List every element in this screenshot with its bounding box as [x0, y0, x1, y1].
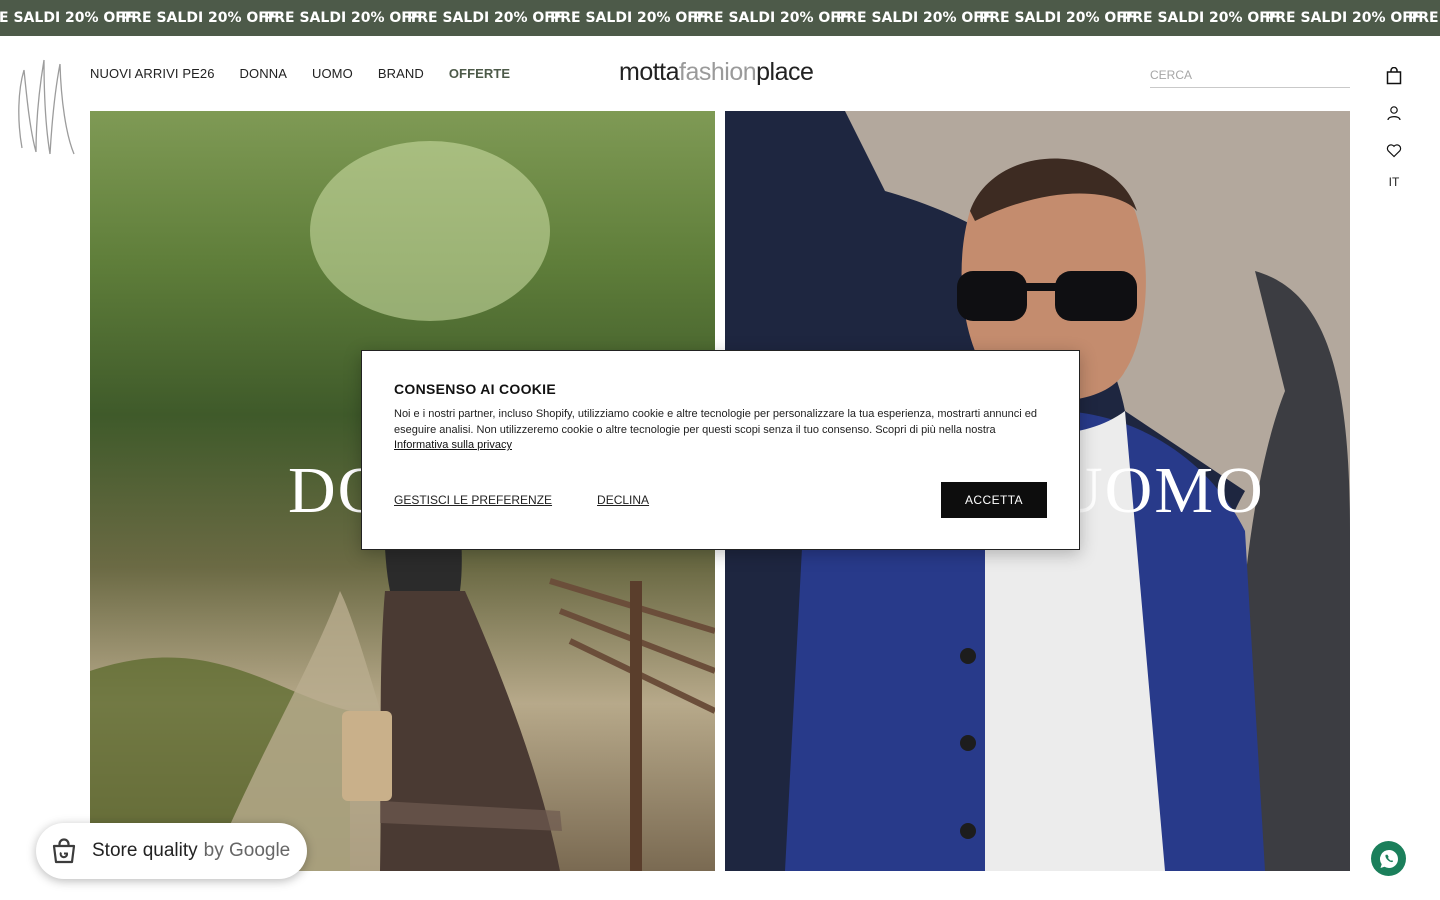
ticker-item: PRE SALDI 20% OFF	[407, 10, 564, 26]
user-icon	[1387, 106, 1401, 121]
search-input[interactable]	[1150, 63, 1350, 88]
ticker-item: PRE SALDI 20% OFF	[264, 10, 421, 26]
cart-button[interactable]	[1382, 64, 1406, 88]
google-shopping-bag-icon	[52, 838, 76, 864]
privacy-policy-link[interactable]: Informativa sulla privacy	[394, 439, 512, 451]
language-selector[interactable]: IT	[1382, 175, 1406, 189]
cookie-title: CONSENSO AI COOKIE	[394, 381, 557, 397]
shopping-bag-icon	[1386, 67, 1402, 85]
logo-part-place: place	[756, 58, 814, 86]
ticker-item: PRE SALDI 20% OFF	[979, 10, 1136, 26]
whatsapp-button[interactable]	[1371, 841, 1406, 876]
site-logo[interactable]: mottafashionplace	[619, 58, 829, 92]
accept-button[interactable]: ACCETTA	[941, 482, 1047, 518]
ticker-item: PRE SALDI 20% OFF	[1408, 10, 1440, 26]
brand-monogram-icon[interactable]	[14, 50, 78, 158]
store-quality-badge[interactable]: Store quality by Google	[36, 823, 307, 879]
by-google-label: by Google	[203, 840, 291, 861]
hero-uomo-label: UOMO	[1055, 454, 1265, 527]
ticker-item: PRE SALDI 20% OFF	[0, 10, 135, 26]
main-nav: NUOVI ARRIVI PE26 DONNA UOMO BRAND OFFER…	[90, 66, 535, 84]
cookie-actions: GESTISCI LE PREFERENZE DECLINA ACCETTA	[394, 482, 1047, 518]
decline-button[interactable]: DECLINA	[597, 493, 649, 507]
ticker-item: PRE SALDI 20% OFF	[1265, 10, 1422, 26]
cookie-body-text: Noi e i nostri partner, incluso Shopify,…	[394, 408, 1038, 436]
heart-icon	[1386, 143, 1402, 157]
header-icons: IT	[1382, 64, 1406, 189]
nav-item-uomo[interactable]: UOMO	[312, 66, 353, 84]
ticker-item: PRE SALDI 20% OFF	[693, 10, 850, 26]
nav-item-brand[interactable]: BRAND	[378, 66, 424, 84]
nav-item-offerte[interactable]: OFFERTE	[449, 66, 510, 84]
nav-item-donna[interactable]: DONNA	[240, 66, 287, 84]
manage-preferences-button[interactable]: GESTISCI LE PREFERENZE	[394, 493, 552, 507]
whatsapp-icon	[1379, 849, 1398, 868]
ticker-item: PRE SALDI 20% OFF	[550, 10, 707, 26]
ticker-item: PRE SALDI 20% OFF	[1122, 10, 1279, 26]
logo-part-motta: motta	[619, 58, 680, 86]
account-button[interactable]	[1382, 101, 1406, 125]
ticker-item: PRE SALDI 20% OFF	[121, 10, 278, 26]
logo-part-fashion: fashion	[679, 58, 757, 86]
wishlist-button[interactable]	[1382, 138, 1406, 162]
store-quality-label: Store quality	[92, 840, 198, 861]
cookie-consent-dialog: CONSENSO AI COOKIE Noi e i nostri partne…	[361, 350, 1080, 550]
cookie-body: Noi e i nostri partner, incluso Shopify,…	[394, 407, 1044, 454]
nav-item-new-arrivals[interactable]: NUOVI ARRIVI PE26	[90, 66, 215, 84]
ticker-track: PRE SALDI 20% OFFPRE SALDI 20% OFFPRE SA…	[0, 0, 1440, 36]
promo-ticker: PRE SALDI 20% OFFPRE SALDI 20% OFFPRE SA…	[0, 0, 1440, 36]
ticker-item: PRE SALDI 20% OFF	[836, 10, 993, 26]
